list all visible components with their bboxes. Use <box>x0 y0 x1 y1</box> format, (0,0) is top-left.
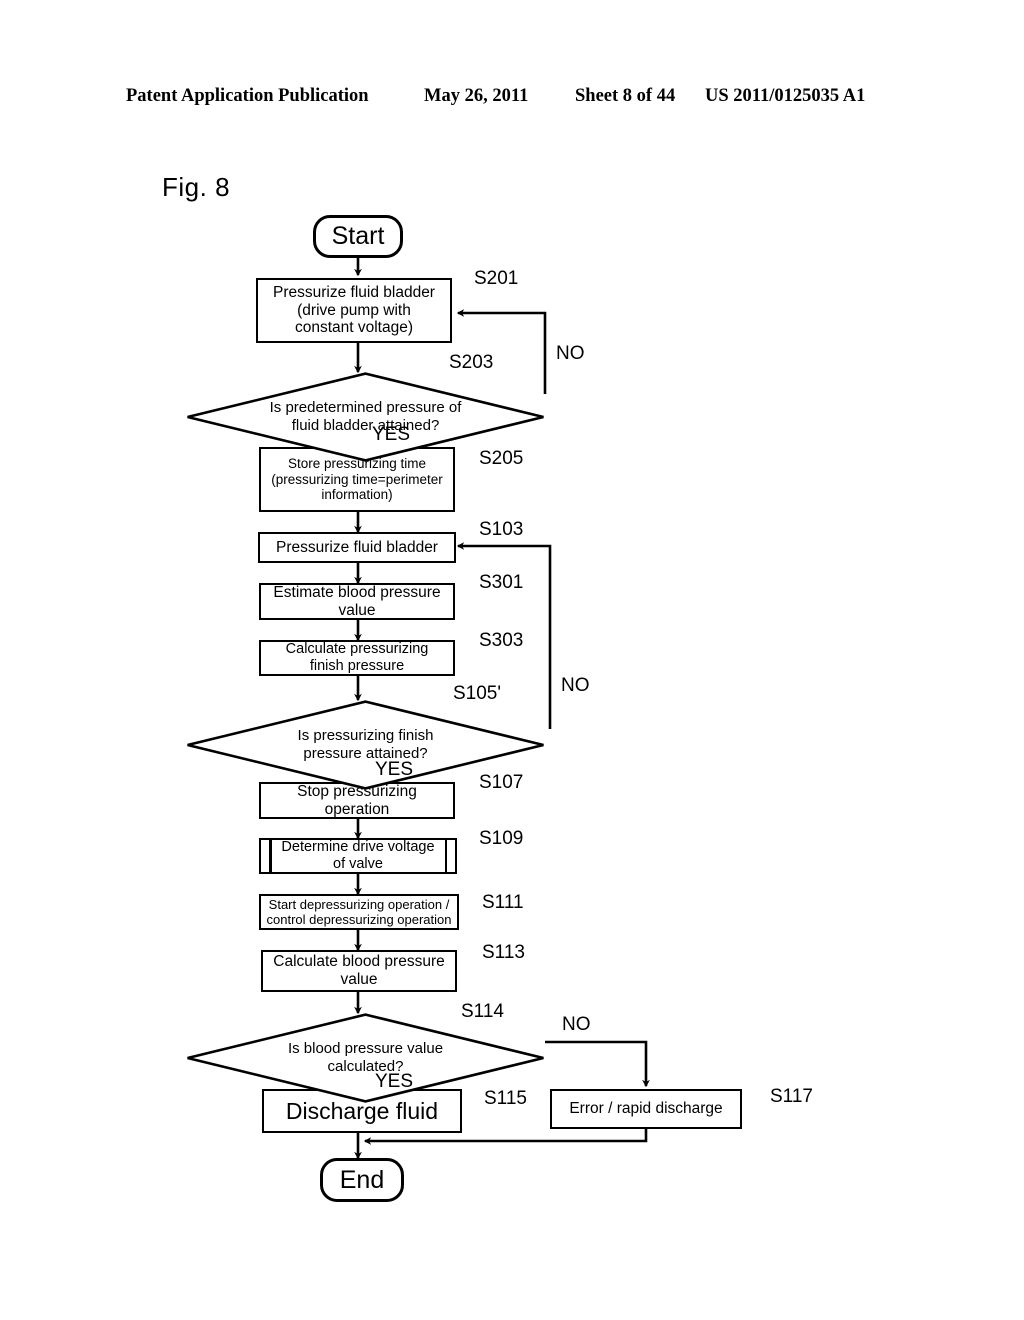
predefined-process-s109: Determine drive voltage of valve <box>259 838 457 874</box>
process-s111-label: Start depressurizing operation / control… <box>266 896 452 927</box>
process-s301-label: Estimate blood pressure value <box>273 583 441 619</box>
header-sheet: Sheet 8 of 44 <box>575 86 676 106</box>
branch-label-no-s105: NO <box>561 675 590 696</box>
header-patent-number: US 2011/0125035 A1 <box>705 86 866 106</box>
process-s113-label: Calculate blood pressure value <box>273 953 445 988</box>
process-s201: Pressurize fluid bladder (drive pump wit… <box>256 278 452 343</box>
page-header: Patent Application Publication May 26, 2… <box>0 86 1024 112</box>
decision-s105: Is pressurizing finish pressure attained… <box>186 700 545 790</box>
process-s111: Start depressurizing operation / control… <box>259 894 459 930</box>
predefined-process-s109-label: Determine drive voltage of valve <box>281 839 435 872</box>
decision-s203: Is predetermined pressure of fluid bladd… <box>186 372 545 462</box>
process-s103-label: Pressurize fluid bladder <box>276 538 438 556</box>
header-publication: Patent Application Publication <box>126 86 369 106</box>
start-label: Start <box>331 222 385 250</box>
decision-s114-label: Is blood pressure value calculated? <box>287 1040 444 1075</box>
step-ref-s201: S201 <box>474 268 519 289</box>
step-ref-s301: S301 <box>479 572 524 593</box>
end-label: End <box>339 1165 385 1194</box>
end-terminal: End <box>320 1158 404 1202</box>
start-terminal: Start <box>313 215 403 258</box>
process-s113: Calculate blood pressure value <box>261 950 457 992</box>
process-s201-label: Pressurize fluid bladder (drive pump wit… <box>273 283 435 337</box>
flowchart-connectors <box>354 258 650 1160</box>
process-s103: Pressurize fluid bladder <box>258 532 456 563</box>
step-ref-s114: S114 <box>461 1001 504 1022</box>
step-ref-s111: S111 <box>482 892 524 913</box>
decision-s105-label: Is pressurizing finish pressure attained… <box>297 727 434 762</box>
process-s301: Estimate blood pressure value <box>259 583 455 620</box>
process-s117-label: Error / rapid discharge <box>569 1100 723 1118</box>
decision-s203-label: Is predetermined pressure of fluid bladd… <box>269 399 462 434</box>
step-ref-s109: S109 <box>479 828 524 849</box>
decision-s114: Is blood pressure value calculated? <box>186 1013 545 1103</box>
branch-label-no-s114: NO <box>562 1014 591 1035</box>
process-s303-label: Calculate pressurizing finish pressure <box>285 641 429 674</box>
figure-label: Fig. 8 <box>162 172 231 202</box>
step-ref-s203: S203 <box>449 352 494 373</box>
step-ref-s105: S105' <box>453 683 502 704</box>
patent-figure-page: Patent Application Publication May 26, 2… <box>0 0 1024 1320</box>
process-s117: Error / rapid discharge <box>550 1089 742 1129</box>
branch-label-no-s203: NO <box>556 343 585 364</box>
step-ref-s113: S113 <box>482 942 525 963</box>
process-s205-label: Store pressurizing time (pressurizing ti… <box>271 456 443 503</box>
step-ref-s117: S117 <box>770 1086 813 1107</box>
process-s303: Calculate pressurizing finish pressure <box>259 640 455 676</box>
header-date: May 26, 2011 <box>424 86 529 106</box>
step-ref-s303: S303 <box>479 630 524 651</box>
step-ref-s103: S103 <box>479 519 524 540</box>
